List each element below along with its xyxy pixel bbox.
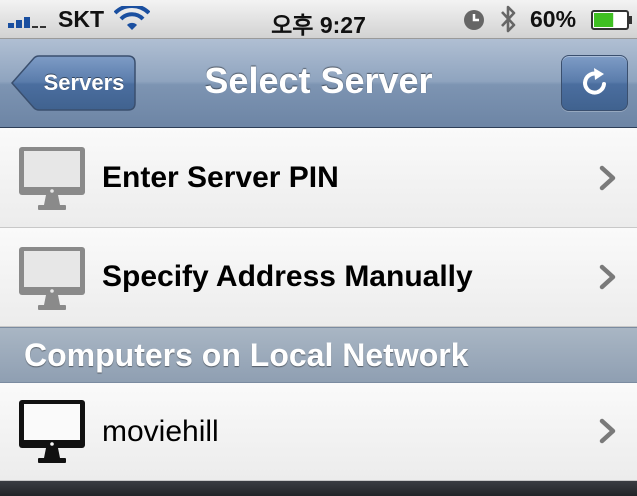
refresh-button[interactable] (561, 55, 628, 111)
bottom-edge (0, 481, 637, 496)
battery-icon (591, 10, 632, 30)
section-header: Computers on Local Network (0, 327, 637, 383)
computer-row-moviehill[interactable]: moviehill (0, 383, 637, 481)
enter-server-pin-row[interactable]: Enter Server PIN (0, 128, 637, 228)
back-button-label: Servers (43, 70, 125, 95)
bluetooth-icon (501, 5, 516, 33)
servers-back-button[interactable]: Servers (10, 55, 136, 111)
clock-icon (464, 10, 484, 30)
chevron-right-icon (599, 418, 616, 444)
section-title: Computers on Local Network (24, 337, 469, 373)
chevron-right-icon (599, 264, 616, 290)
refresh-icon (583, 68, 606, 95)
monitor-icon (19, 147, 85, 210)
computer-name: moviehill (102, 414, 219, 448)
monitor-icon (19, 400, 85, 463)
row-label: Enter Server PIN (102, 160, 339, 194)
monitor-icon (19, 247, 85, 310)
chevron-right-icon (599, 165, 616, 191)
battery-percent: 60% (530, 6, 577, 32)
row-label: Specify Address Manually (102, 260, 473, 293)
page-title: Select Server (204, 60, 433, 101)
navigation-bar: Servers Select Server (0, 39, 637, 128)
status-bar: SKT 오후 9:27 60% (0, 0, 637, 39)
specify-address-row[interactable]: Specify Address Manually (0, 228, 637, 327)
